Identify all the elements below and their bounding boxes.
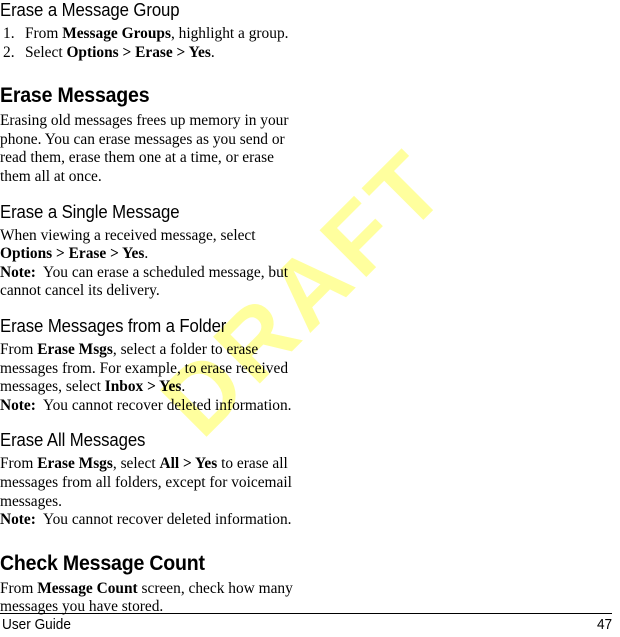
- note-text: You cannot recover deleted information.: [43, 396, 292, 414]
- footer-divider: [0, 613, 612, 614]
- document-content: Erase a Message Group 1. From Message Gro…: [0, 0, 300, 617]
- paragraph-erase-messages-from-a-folder: From Erase Msgs, select a folder to eras…: [0, 341, 300, 397]
- footer-document-title: User Guide: [2, 617, 71, 633]
- text-bold-2: Inbox > Yes: [104, 378, 182, 396]
- step-text-bold: Options > Erase > Yes: [66, 43, 211, 61]
- note-label: Note:: [0, 511, 36, 529]
- page-footer: User Guide 47: [0, 613, 620, 637]
- step-text-pre: Select: [25, 43, 67, 61]
- heading-erase-messages: Erase Messages: [0, 84, 150, 108]
- note-label: Note:: [0, 396, 36, 414]
- note-erase-messages-from-a-folder: Note: You cannot recover deleted informa…: [0, 397, 300, 416]
- step-text-post: .: [210, 43, 215, 61]
- text-bold-1: Erase Msgs: [37, 340, 113, 358]
- list-item: 2. Select Options > Erase > Yes.: [0, 44, 300, 63]
- steps-erase-a-message-group: 1. From Message Groups, highlight a group…: [0, 25, 300, 62]
- text-mid: , select: [112, 455, 160, 473]
- paragraph-check-message-count: From Message Count screen, check how man…: [0, 580, 300, 617]
- paragraph-erase-all-messages: From Erase Msgs, select All > Yes to era…: [0, 455, 300, 511]
- text-pre: From: [0, 455, 38, 473]
- text-pre: When viewing a received message, select: [0, 226, 256, 244]
- note-label: Note:: [0, 263, 36, 281]
- heading-erase-a-single-message: Erase a Single Message: [0, 201, 180, 222]
- paragraph-erase-a-single-message: When viewing a received message, select …: [0, 227, 300, 264]
- heading-erase-a-message-group: Erase a Message Group: [0, 0, 180, 20]
- note-erase-a-single-message: Note: You can erase a scheduled message,…: [0, 264, 300, 301]
- text-bold: Message Count: [37, 579, 138, 597]
- text-bold-1: Erase Msgs: [37, 455, 113, 473]
- heading-check-message-count: Check Message Count: [0, 551, 205, 575]
- text-post: .: [144, 245, 149, 263]
- paragraph-erase-messages-intro: Erasing old messages frees up memory in …: [0, 112, 289, 185]
- text-post: .: [181, 378, 186, 396]
- text-bold: Options > Erase > Yes: [0, 245, 145, 263]
- heading-erase-messages-from-a-folder: Erase Messages from a Folder: [0, 315, 227, 336]
- note-text: You can erase a scheduled message, but c…: [0, 263, 289, 300]
- step-number: 1.: [3, 25, 15, 42]
- step-text-pre: From: [25, 25, 63, 42]
- footer-page-number: 47: [596, 617, 612, 633]
- heading-erase-all-messages: Erase All Messages: [0, 430, 146, 451]
- step-text-post: , highlight a group.: [170, 25, 289, 42]
- text-pre: From: [0, 579, 38, 597]
- note-erase-all-messages: Note: You cannot recover deleted informa…: [0, 511, 300, 530]
- step-number: 2.: [3, 43, 15, 61]
- text-bold-2: All > Yes: [159, 455, 218, 473]
- step-text-bold: Message Groups: [62, 25, 171, 42]
- list-item: 1. From Message Groups, highlight a group…: [0, 25, 300, 44]
- note-text: You cannot recover deleted information.: [43, 511, 292, 529]
- text-pre: From: [0, 340, 38, 358]
